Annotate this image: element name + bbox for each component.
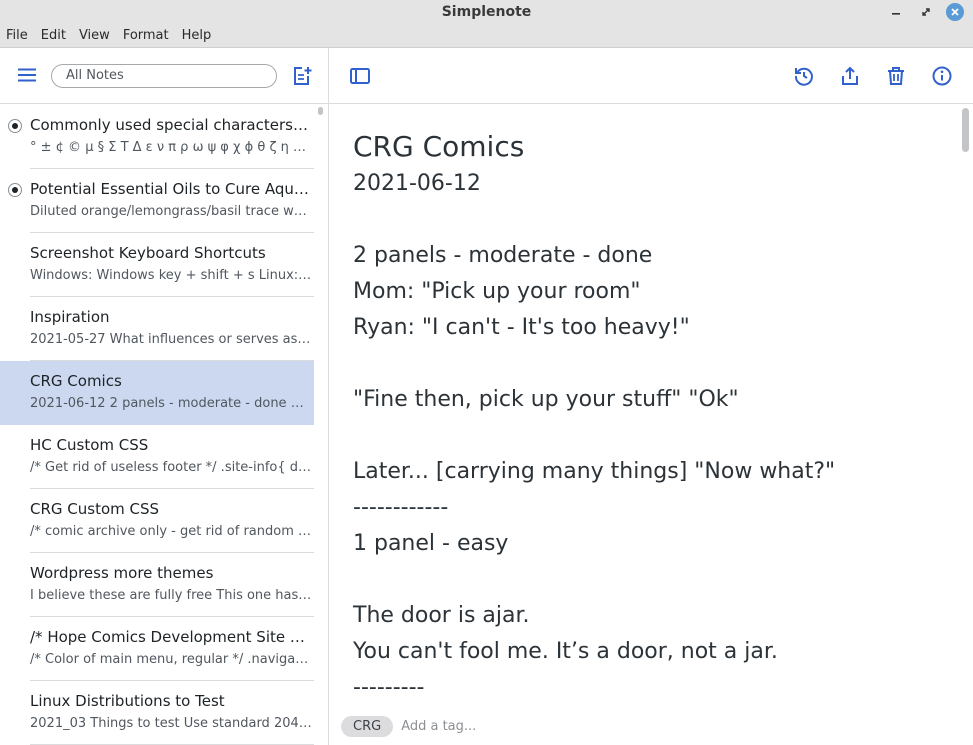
note-list-item-selected[interactable]: CRG Comics 2021-06-12 2 panels - moderat…: [0, 361, 314, 425]
tag-bar: CRG Add a tag...: [341, 714, 476, 738]
note-preview: Diluted orange/lemongrass/basil trace wa…: [30, 204, 312, 219]
note-title: Potential Essential Oils to Cure Aquariu…: [30, 180, 312, 198]
search-input[interactable]: All Notes: [51, 64, 277, 88]
note-line[interactable]: Later... [carrying many things] "Now wha…: [353, 454, 953, 490]
pinned-indicator-icon[interactable]: [8, 183, 22, 197]
editor-scrollbar[interactable]: [962, 108, 969, 152]
note-preview: /* Get rid of useless footer */ .site-in…: [30, 460, 312, 475]
maximize-icon[interactable]: [917, 3, 935, 21]
note-line[interactable]: 1 panel - easy: [353, 526, 953, 562]
note-list-panel: All Notes Commonly used special characte…: [0, 48, 329, 745]
add-tag-input[interactable]: Add a tag...: [401, 719, 476, 734]
note-line[interactable]: You can't fool me. It’s a door, not a ja…: [353, 634, 953, 670]
note-title: Commonly used special characters, symbol…: [30, 116, 312, 134]
note-title: /* Hope Comics Development Site Addition…: [30, 628, 312, 646]
note-line[interactable]: [353, 562, 953, 598]
note-content[interactable]: CRG Comics 2021-06-12 2 panels - moderat…: [353, 130, 953, 706]
note-line[interactable]: [353, 418, 953, 454]
note-title: Linux Distributions to Test: [30, 692, 225, 710]
note-line[interactable]: The door is ajar.: [353, 598, 953, 634]
note-preview: 2021-06-12 2 panels - moderate - done Mo…: [30, 396, 312, 411]
menu-edit[interactable]: Edit: [41, 28, 66, 43]
note-preview: 2021_03 Things to test Use standard 2048…: [30, 716, 312, 731]
note-preview: I believe these are fully free This one …: [30, 588, 312, 603]
menu-bar: File Edit View Format Help: [0, 24, 973, 48]
note-line[interactable]: Ryan: "I can't - It's too heavy!": [353, 310, 953, 346]
note-line[interactable]: Mom: "Pick up your room": [353, 274, 953, 310]
note-preview: ° ± ¢ © µ § Σ Τ Δ ε ν π ρ ω ψ φ χ ϕ θ ζ …: [30, 140, 312, 155]
share-icon[interactable]: [839, 65, 861, 87]
note-title: HC Custom CSS: [30, 436, 149, 454]
note-line[interactable]: ------------: [353, 490, 953, 526]
note-editor-panel: CRG Comics 2021-06-12 2 panels - moderat…: [329, 48, 973, 745]
note-list-item[interactable]: Commonly used special characters, symbol…: [0, 105, 314, 169]
note-list-item[interactable]: HC Custom CSS /* Get rid of useless foot…: [0, 425, 314, 489]
note-preview: Windows: Windows key + shift + s Linux: …: [30, 268, 312, 283]
sidebar-toggle-icon[interactable]: [349, 65, 371, 87]
menu-format[interactable]: Format: [123, 28, 169, 43]
note-title: Inspiration: [30, 308, 110, 326]
note-title: CRG Comics: [30, 372, 122, 390]
note-preview: 2021-05-27 What influences or serves as …: [30, 332, 312, 347]
history-icon[interactable]: [793, 65, 815, 87]
note-list-toolbar: All Notes: [0, 48, 328, 104]
note-list-item[interactable]: Wordpress more themes I believe these ar…: [0, 553, 314, 617]
note-title: CRG Custom CSS: [30, 500, 160, 518]
note-line[interactable]: [353, 202, 953, 238]
note-line[interactable]: [353, 346, 953, 382]
menu-view[interactable]: View: [79, 28, 110, 43]
trash-icon[interactable]: [885, 65, 907, 87]
note-list-item[interactable]: Potential Essential Oils to Cure Aquariu…: [0, 169, 314, 233]
note-list-item[interactable]: /* Hope Comics Development Site Addition…: [0, 617, 314, 681]
note-line[interactable]: ---------: [353, 670, 953, 706]
note-title: Screenshot Keyboard Shortcuts: [30, 244, 266, 262]
note-line[interactable]: "Fine then, pick up your stuff" "Ok": [353, 382, 953, 418]
new-note-icon[interactable]: [291, 65, 313, 87]
menu-help[interactable]: Help: [182, 28, 212, 43]
close-icon[interactable]: [946, 3, 964, 21]
tag-chip[interactable]: CRG: [341, 715, 394, 737]
minimize-icon[interactable]: [887, 3, 905, 21]
note-preview: /* comic archive only - get rid of rando…: [30, 524, 312, 539]
note-list-item[interactable]: CRG Custom CSS /* comic archive only - g…: [0, 489, 314, 553]
title-bar: Simplenote: [0, 0, 973, 24]
menu-file[interactable]: File: [6, 28, 28, 43]
note-list-item[interactable]: Inspiration 2021-05-27 What influences o…: [0, 297, 314, 361]
info-icon[interactable]: [931, 65, 953, 87]
note-list-item[interactable]: Linux Distributions to Test 2021_03 Thin…: [0, 681, 314, 745]
note-title: Wordpress more themes: [30, 564, 214, 582]
note-list: Commonly used special characters, symbol…: [0, 105, 314, 745]
editor-toolbar: [329, 48, 973, 104]
window-title: Simplenote: [441, 4, 532, 20]
note-preview: /* Color of main menu, regular */ .navig…: [30, 652, 312, 667]
note-line[interactable]: 2 panels - moderate - done: [353, 238, 953, 274]
note-heading[interactable]: CRG Comics: [353, 130, 953, 164]
pinned-indicator-icon[interactable]: [8, 119, 22, 133]
note-line[interactable]: 2021-06-12: [353, 166, 953, 202]
hamburger-icon[interactable]: [17, 67, 37, 83]
note-list-scrollbar[interactable]: [318, 107, 323, 115]
note-list-item[interactable]: Screenshot Keyboard Shortcuts Windows: W…: [0, 233, 314, 297]
